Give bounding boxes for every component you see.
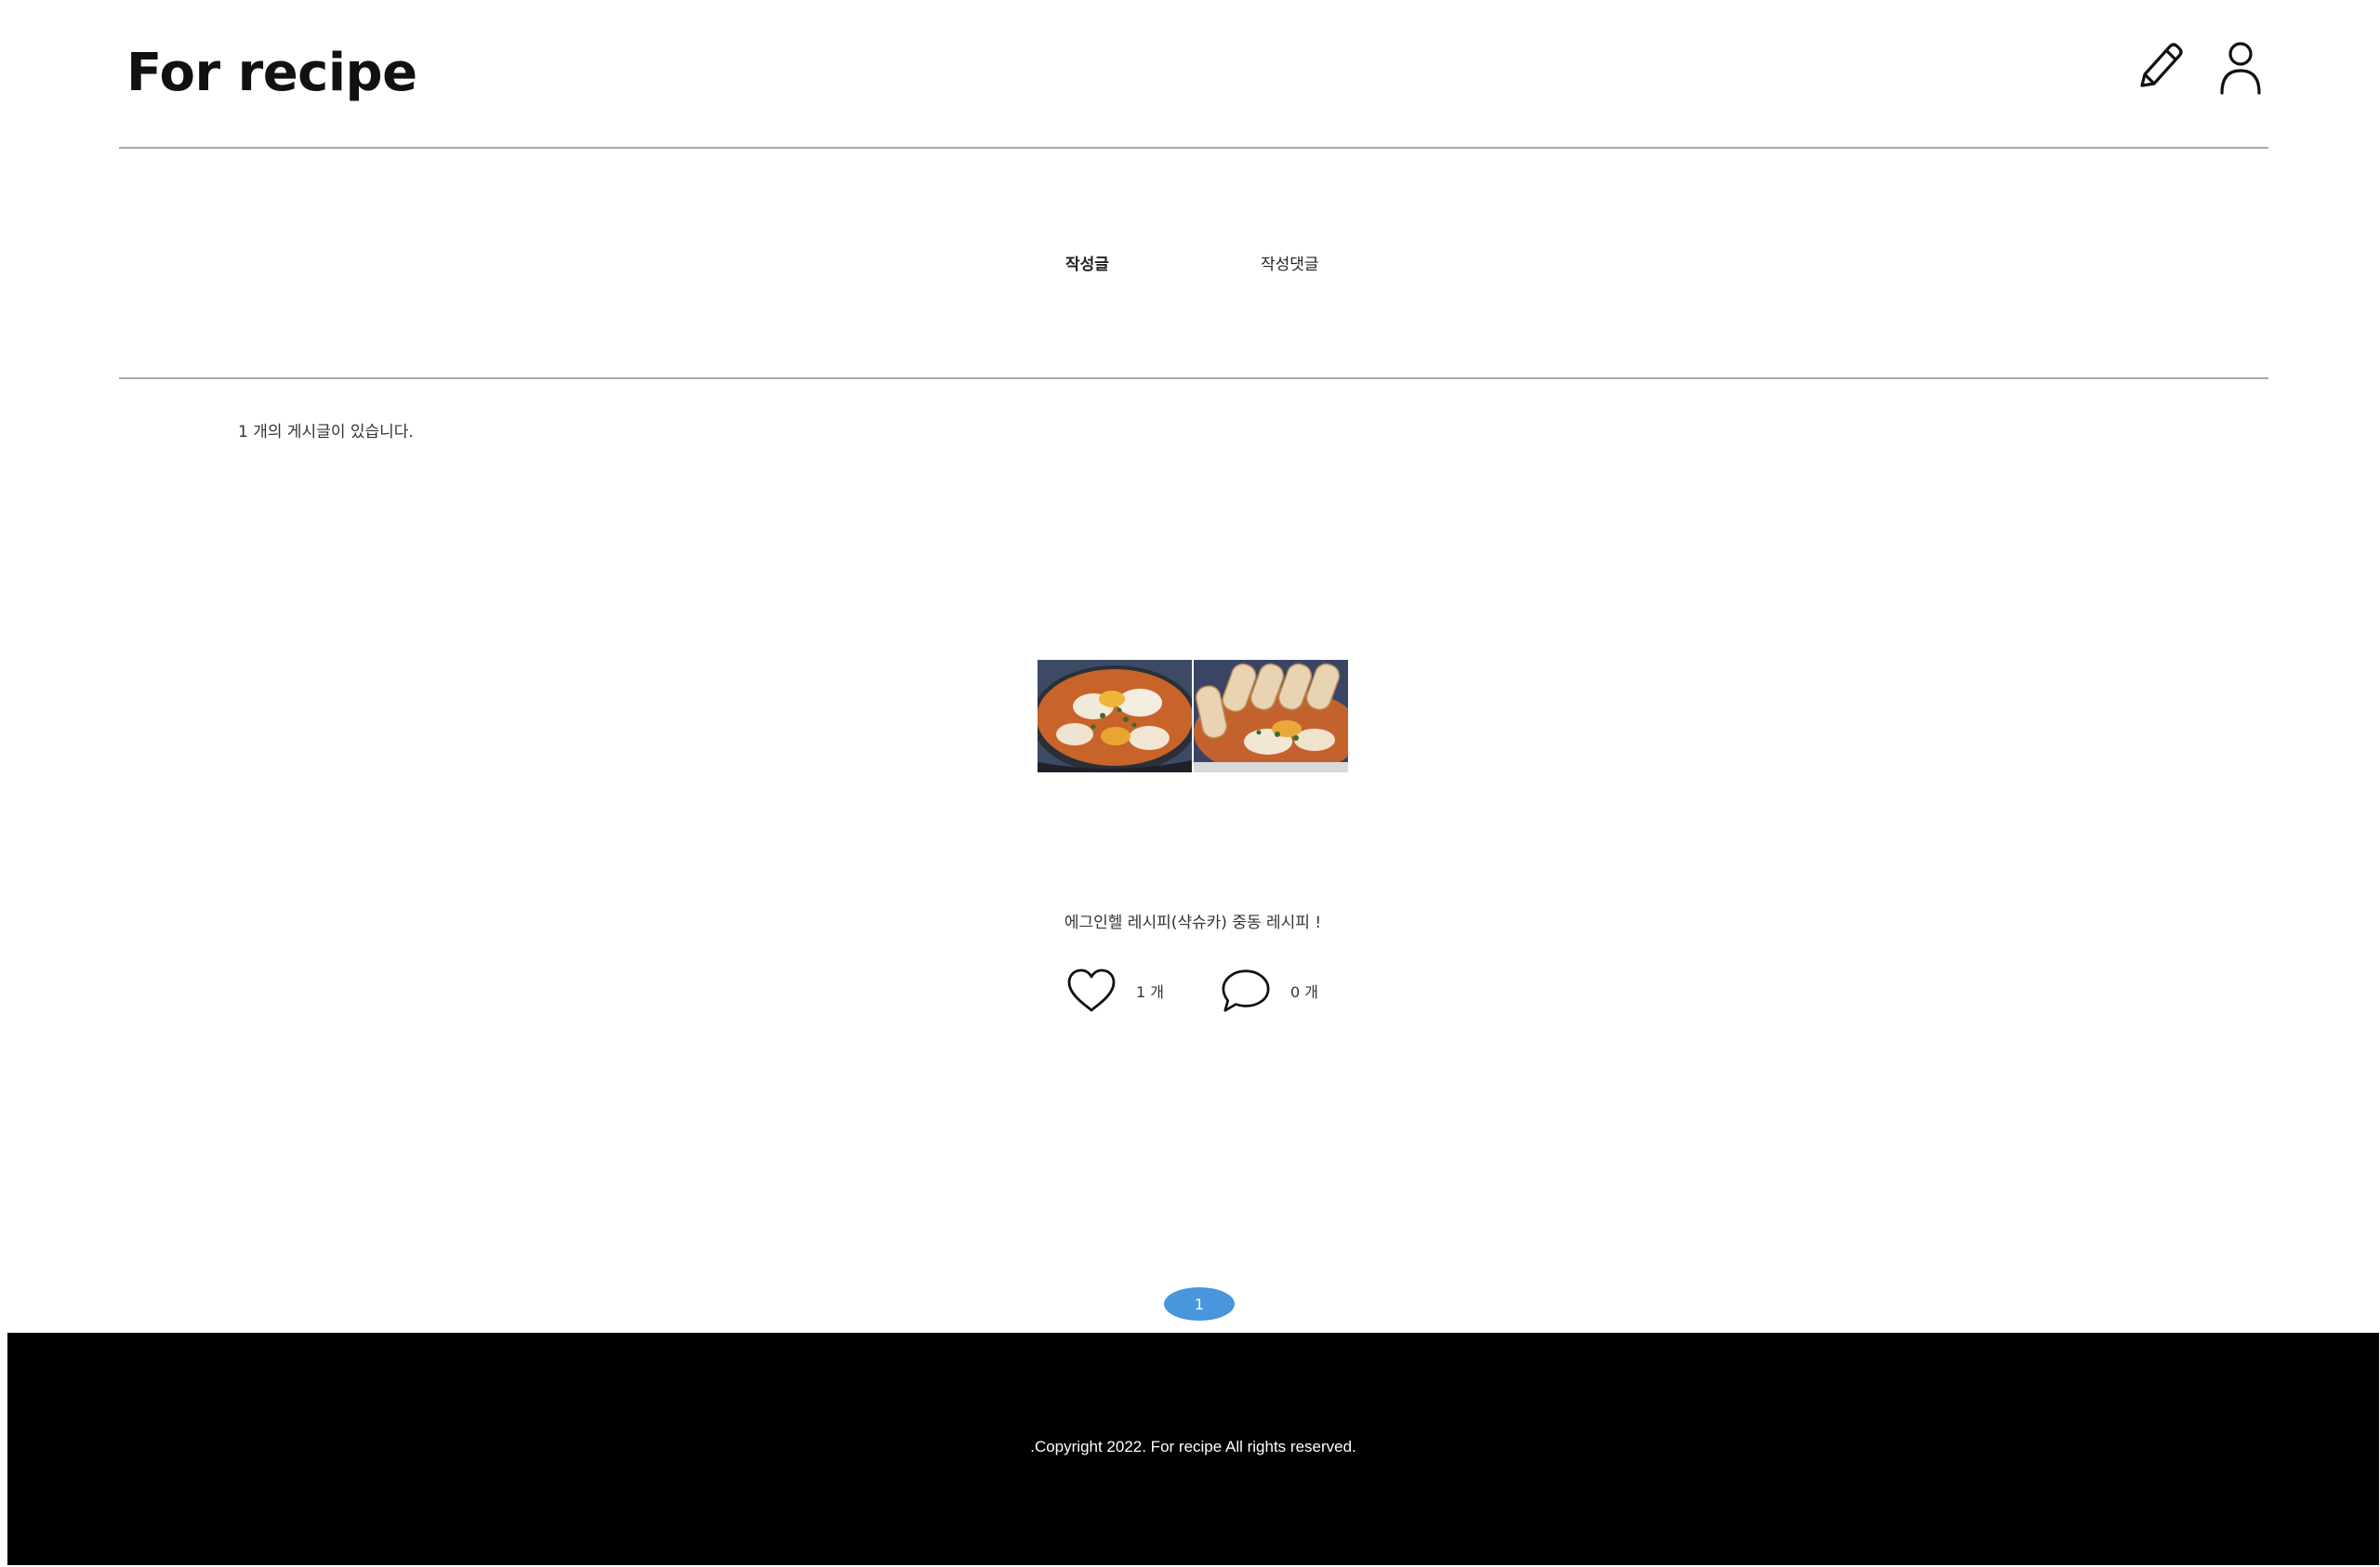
post-title[interactable]: 에그인헬 레시피(샥슈카) 중동 레시피 ! [1019, 909, 1367, 932]
profile-button[interactable] [2213, 37, 2268, 97]
site-header: For recipe [119, 0, 2268, 149]
post-card [1038, 660, 1348, 772]
post-stats: 1 개 0 개 [1065, 965, 1318, 1017]
post-thumbnails[interactable] [1038, 660, 1348, 772]
page: For recipe 작성글 작성댓글 1 개의 게시글이 있습니다. 에그인헬… [0, 0, 2380, 1567]
write-button[interactable] [2131, 37, 2187, 97]
site-logo[interactable]: For recipe [126, 41, 417, 106]
page-1-button[interactable]: 1 [1164, 1287, 1235, 1321]
like-count: 1 개 [1136, 983, 1164, 1001]
comment-button[interactable] [1220, 967, 1272, 1015]
post-thumbnail-1 [1038, 660, 1192, 772]
tab-my-posts[interactable]: 작성글 [1065, 251, 1109, 274]
post-thumbnail-2 [1194, 660, 1348, 772]
tab-my-comments[interactable]: 작성댓글 [1261, 251, 1319, 274]
mypage-tabs: 작성글 작성댓글 [119, 149, 2268, 379]
pencil-icon [2140, 43, 2183, 87]
post-count-text: 1 개의 게시글이 있습니다. [238, 423, 414, 441]
copyright-text: .Copyright 2022. For recipe All rights r… [1030, 1438, 1356, 1455]
comment-count: 0 개 [1290, 983, 1318, 1001]
heart-icon [1067, 968, 1116, 1012]
site-footer: .Copyright 2022. For recipe All rights r… [7, 1333, 2379, 1565]
user-icon [2220, 42, 2261, 95]
like-button[interactable] [1065, 967, 1117, 1015]
header-actions [2131, 37, 2268, 97]
speech-bubble-icon [1222, 969, 1270, 1012]
